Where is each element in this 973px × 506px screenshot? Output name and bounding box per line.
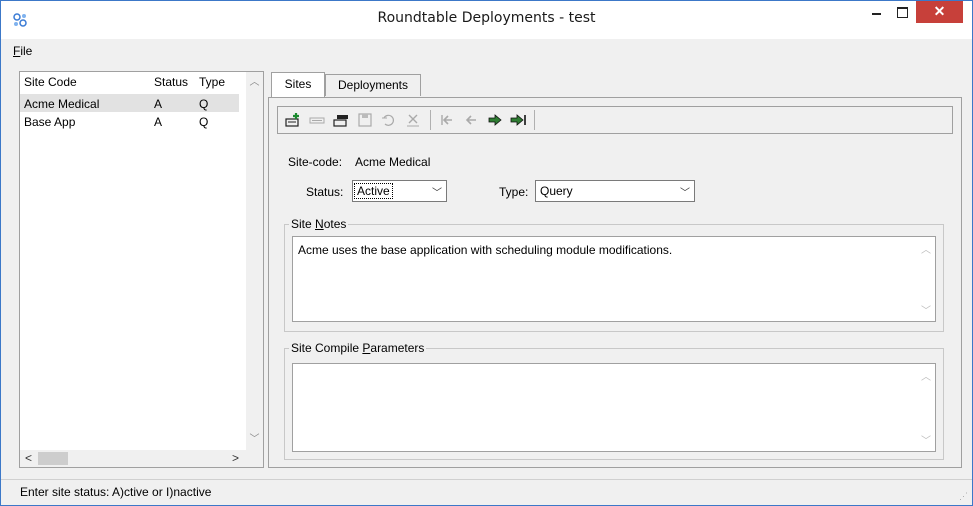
scroll-right-icon[interactable]: > <box>227 450 244 467</box>
header-site-code[interactable]: Site Code <box>24 75 77 89</box>
status-label: Status: <box>306 185 344 199</box>
row-site-code: Acme Medical <box>24 97 100 111</box>
last-record-icon[interactable] <box>510 111 528 129</box>
legend-text: otes <box>323 217 347 231</box>
delete-icon[interactable] <box>404 111 422 129</box>
type-value: Query <box>540 184 573 198</box>
header-status[interactable]: Status <box>154 75 188 89</box>
compile-parameters-group: Site Compile Parameters ︿ ﹀ <box>284 341 944 460</box>
menu-file-rest: ile <box>20 44 33 58</box>
title-bar[interactable]: Roundtable Deployments - test ✕ <box>1 1 972 39</box>
site-notes-text: Acme uses the base application with sche… <box>298 243 673 257</box>
tab-sites[interactable]: Sites <box>271 72 325 99</box>
status-select[interactable]: Active ﹀ <box>352 180 447 202</box>
site-list[interactable]: Site Code Status Type Acme Medical A Q B… <box>19 71 264 468</box>
first-record-icon[interactable] <box>438 111 456 129</box>
add-record-icon[interactable] <box>284 111 302 129</box>
list-header: Site Code Status Type <box>20 72 240 90</box>
resize-grip-icon[interactable]: ⋰ <box>959 491 968 502</box>
menu-file[interactable]: File <box>13 44 32 58</box>
legend-accel: N <box>315 217 324 231</box>
status-value: Active <box>354 183 393 199</box>
textarea-scrollbar[interactable]: ︿ ﹀ <box>918 364 935 451</box>
next-record-icon[interactable] <box>486 111 504 129</box>
legend-text: arameters <box>370 341 425 355</box>
row-status: A <box>154 115 163 129</box>
scroll-up-icon[interactable]: ︿ <box>921 241 931 256</box>
compile-parameters-textarea[interactable]: ︿ ﹀ <box>292 363 936 452</box>
maximize-button[interactable] <box>892 1 914 23</box>
chevron-down-icon[interactable]: ﹀ <box>432 184 442 199</box>
textarea-scrollbar[interactable]: ︿ ﹀ <box>918 237 935 321</box>
legend-text: Site Compile <box>291 341 363 355</box>
scroll-left-icon[interactable]: < <box>20 450 37 467</box>
chevron-down-icon[interactable]: ﹀ <box>680 184 690 199</box>
record-toolbar <box>277 106 953 134</box>
type-label: Type: <box>499 185 529 199</box>
scroll-up-icon[interactable]: ︿ <box>921 368 931 383</box>
row-site-code: Base App <box>24 115 76 129</box>
site-code-label: Site-code: <box>288 155 343 169</box>
site-code-value: Acme Medical <box>355 155 431 169</box>
main-window: Roundtable Deployments - test ✕ File Sit… <box>0 0 973 506</box>
site-notes-group: Site Notes Acme uses the base applicatio… <box>284 217 944 332</box>
site-notes-textarea[interactable]: Acme uses the base application with sche… <box>292 236 936 322</box>
undo-icon[interactable] <box>380 111 398 129</box>
minimize-button[interactable] <box>867 1 889 23</box>
compile-parameters-legend: Site Compile Parameters <box>289 341 427 355</box>
sites-tab-panel: Site-code: Acme Medical Status: Active ﹀… <box>268 97 962 468</box>
legend-text: Site <box>291 217 316 231</box>
status-bar: Enter site status: A)ctive or I)nactive … <box>1 479 972 505</box>
previous-record-icon[interactable] <box>462 111 480 129</box>
tab-deployments[interactable]: Deployments <box>325 74 421 96</box>
row-type: Q <box>199 97 209 111</box>
status-message: Enter site status: A)ctive or I)nactive <box>20 485 212 499</box>
toolbar-separator <box>534 110 535 130</box>
window-title: Roundtable Deployments - test <box>377 10 596 26</box>
menu-bar: File <box>1 40 972 62</box>
header-type[interactable]: Type <box>199 75 225 89</box>
close-button[interactable]: ✕ <box>916 1 963 23</box>
copy-record-icon[interactable] <box>332 111 350 129</box>
scroll-up-icon[interactable]: ︿ <box>246 74 263 91</box>
list-horizontal-scrollbar[interactable]: < > <box>20 450 263 467</box>
scroll-down-icon[interactable]: ﹀ <box>246 431 263 448</box>
save-icon[interactable] <box>356 111 374 129</box>
toolbar-separator <box>430 110 431 130</box>
insert-icon[interactable] <box>308 111 326 129</box>
list-row[interactable]: Acme Medical A Q <box>20 94 239 112</box>
type-select[interactable]: Query ﹀ <box>535 180 695 202</box>
scroll-thumb[interactable] <box>38 452 68 465</box>
list-vertical-scrollbar[interactable]: ︿ ﹀ <box>246 72 263 450</box>
scroll-down-icon[interactable]: ﹀ <box>921 432 931 447</box>
site-notes-legend: Site Notes <box>289 217 349 231</box>
list-row[interactable]: Base App A Q <box>20 112 239 130</box>
scroll-down-icon[interactable]: ﹀ <box>921 302 931 317</box>
row-status: A <box>154 97 163 111</box>
row-type: Q <box>199 115 209 129</box>
